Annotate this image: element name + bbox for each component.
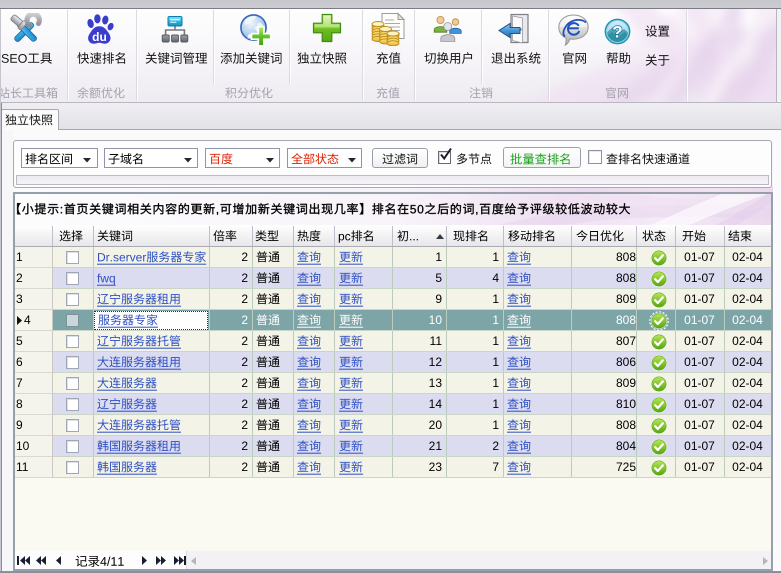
svg-text:?: ? <box>612 23 622 42</box>
svg-text:du: du <box>92 30 107 44</box>
